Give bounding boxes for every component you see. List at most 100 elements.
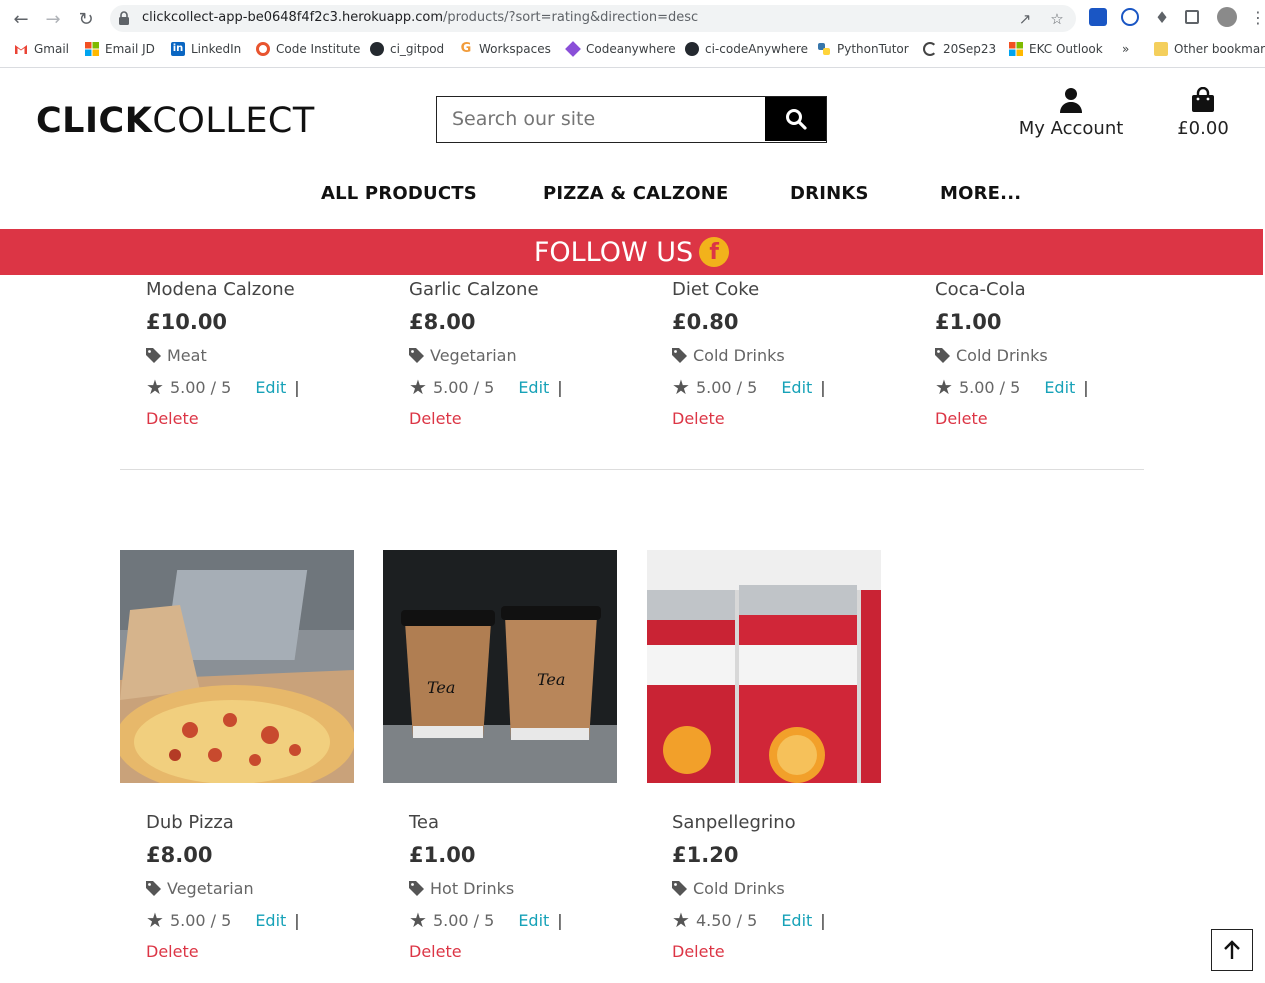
product-category[interactable]: Vegetarian [146,879,386,898]
bookmark-email-jd[interactable]: Email JD [85,42,155,56]
category-label: Vegetarian [167,879,254,898]
share-icon[interactable]: ↗ [1016,10,1034,28]
bookmark-label: ci-codeAnywhere [705,42,808,56]
linkedin-icon: in [171,42,185,56]
tea-cup-label: Tea [537,670,565,689]
product-image-dub-pizza[interactable] [120,550,354,783]
delete-link[interactable]: Delete [935,409,1175,428]
bookmark-ci-gitpod[interactable]: ci_gitpod [370,42,444,56]
product-category[interactable]: Meat [146,346,386,365]
bookmark-gmail[interactable]: Gmail [14,42,69,56]
bookmark-linkedin[interactable]: in LinkedIn [171,42,241,56]
rating-value: 4.50 / 5 [695,910,758,930]
delete-link[interactable]: Delete [146,942,386,961]
edit-link[interactable]: Edit [781,911,812,930]
follow-us-banner[interactable]: FOLLOW US f [0,229,1263,275]
category-label: Cold Drinks [693,346,785,365]
product-name[interactable]: Garlic Calzone [409,279,649,300]
bookmark-label: Gmail [34,42,70,56]
product-name[interactable]: Modena Calzone [146,279,386,300]
facebook-icon: f [699,237,730,267]
product-card: Sanpellegrino £1.20 Cold Drinks ★ 4.50 / … [672,812,912,961]
product-image-sanpellegrino[interactable] [647,550,881,783]
menu-dots-icon[interactable]: ⋮ [1250,8,1265,27]
gitpod-icon: G [460,41,472,56]
url-host: clickcollect-app-be0648f4f2c3.herokuapp.… [142,10,444,25]
sanpellegrino-cans-photo [647,550,881,783]
category-label: Hot Drinks [430,879,515,898]
product-name[interactable]: Tea [409,812,649,833]
bookmark-label: LinkedIn [191,42,242,56]
bookmark-code-institute[interactable]: Code Institute [256,42,360,56]
separator: | [1083,377,1089,397]
star-icon: ★ [935,375,953,399]
product-name[interactable]: Dub Pizza [146,812,386,833]
product-category[interactable]: Vegetarian [409,346,649,365]
bookmark-codeanywhere[interactable]: Codeanywhere [565,41,676,57]
nav-drinks[interactable]: DRINKS [790,183,869,204]
product-card: Dub Pizza £8.00 Vegetarian ★ 5.00 / 5 Edit… [146,812,386,961]
bookmark-ci-codeanywhere[interactable]: ci-codeAnywhere [685,42,808,56]
bookmark-label: Email JD [105,42,155,56]
product-image-tea[interactable]: Tea Tea [383,550,617,783]
back-to-top-button[interactable] [1211,929,1253,971]
product-rating: ★ 5.00 / 5 Edit | [935,375,1175,399]
delete-link[interactable]: Delete [409,942,649,961]
address-bar[interactable]: clickcollect-app-be0648f4f2c3.herokuapp.… [110,5,1076,32]
bookmark-pythontutor[interactable]: PythonTutor [817,42,909,56]
avatar[interactable] [1217,7,1237,27]
bookmark-label: Other bookmarks [1174,42,1265,56]
edit-link[interactable]: Edit [518,911,549,930]
bookmark-workspaces[interactable]: G Workspaces [459,41,551,57]
delete-link[interactable]: Delete [672,942,912,961]
star-icon: ★ [409,908,427,932]
bookmark-ekc-outlook[interactable]: EKC Outlook [1009,42,1103,56]
product-price: £1.00 [409,843,476,867]
bookmark-20sep23[interactable]: 20Sep23 [923,42,996,56]
delete-link[interactable]: Delete [409,409,649,428]
site-page: CLICKCOLLECT My Account £0.00 ALL PRODUC… [0,69,1265,983]
shopping-bag-link[interactable]: £0.00 [1168,86,1238,139]
product-category[interactable]: Cold Drinks [935,346,1175,365]
reload-icon[interactable]: ↻ [75,8,97,30]
more-bookmarks-chevron[interactable]: » [1122,42,1129,56]
side-panel-icon[interactable] [1185,10,1199,24]
bookmark-other[interactable]: Other bookmarks [1154,42,1265,56]
logo-light-text: COLLECT [152,101,315,141]
nav-pizza-calzone[interactable]: PIZZA & CALZONE [543,183,728,204]
product-name[interactable]: Coca-Cola [935,279,1175,300]
edit-link[interactable]: Edit [255,378,286,397]
my-account-link[interactable]: My Account [1010,87,1132,139]
nav-all-products[interactable]: ALL PRODUCTS [321,183,477,204]
product-name[interactable]: Diet Coke [672,279,912,300]
star-icon: ★ [409,375,427,399]
search-input[interactable] [437,97,765,141]
logo-bold-text: CLICK [36,101,153,141]
delete-link[interactable]: Delete [672,409,912,428]
category-label: Cold Drinks [693,879,785,898]
edit-link[interactable]: Edit [518,378,549,397]
edit-link[interactable]: Edit [1044,378,1075,397]
tag-icon [146,348,161,363]
site-logo[interactable]: CLICKCOLLECT [36,101,315,141]
bookmark-label: Code Institute [276,42,361,56]
back-icon[interactable]: ← [10,8,32,30]
search-button[interactable] [765,97,826,141]
forward-icon[interactable]: → [42,8,64,30]
extension-icon[interactable] [1121,8,1139,26]
follow-us-text: FOLLOW US [533,236,694,268]
edit-link[interactable]: Edit [781,378,812,397]
star-icon: ★ [146,908,164,932]
extension-icon[interactable] [1089,8,1107,26]
bookmark-label: 20Sep23 [943,42,997,56]
product-price: £8.00 [409,310,476,334]
nav-more[interactable]: MORE... [940,183,1021,204]
product-category[interactable]: Hot Drinks [409,879,649,898]
puzzle-icon[interactable]: ♦ [1153,8,1171,27]
edit-link[interactable]: Edit [255,911,286,930]
delete-link[interactable]: Delete [146,409,386,428]
product-category[interactable]: Cold Drinks [672,879,912,898]
bookmark-star-icon[interactable]: ☆ [1048,10,1066,28]
product-category[interactable]: Cold Drinks [672,346,912,365]
product-name[interactable]: Sanpellegrino [672,812,912,833]
